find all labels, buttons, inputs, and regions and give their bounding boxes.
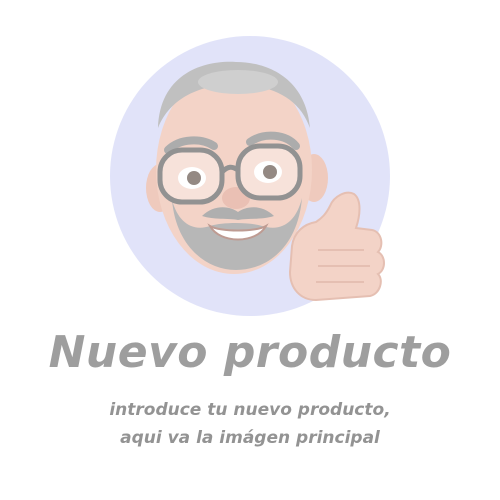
product-subtitle-line-2: aqui va la imágen principal [120, 428, 380, 448]
product-subtitle-line-1: introduce tu nuevo producto, [109, 400, 391, 420]
memoji-avatar-image [110, 36, 390, 316]
product-title: Nuevo producto [48, 327, 452, 378]
product-placeholder: Nuevo producto introduce tu nuevo produc… [0, 0, 500, 500]
